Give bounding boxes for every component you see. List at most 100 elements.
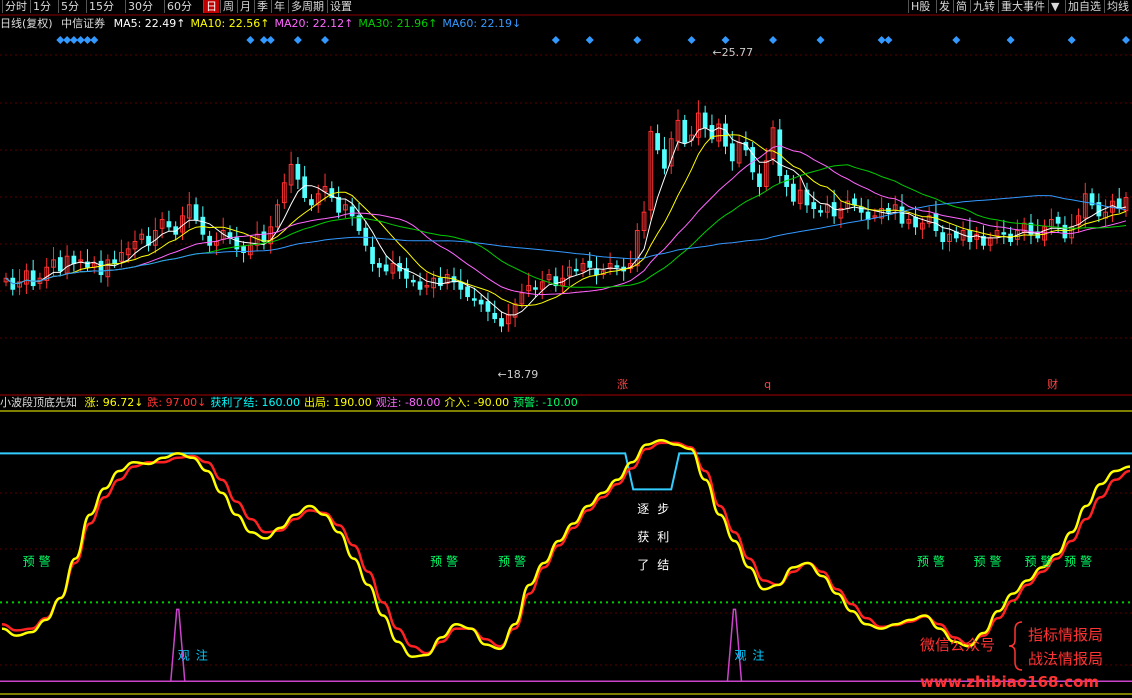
candle-body — [573, 268, 579, 272]
candle-body — [492, 312, 498, 320]
candle-body — [729, 143, 735, 162]
watermark-brand-2: 战法情报局 — [1028, 650, 1104, 668]
ma60-line — [5, 195, 1127, 285]
down-line — [1, 441, 1131, 655]
candle-body — [472, 298, 477, 301]
candle-body — [750, 147, 756, 173]
watch-spike-1 — [726, 608, 743, 682]
news-marker-1: q — [764, 378, 771, 391]
warn-label-5: 预警 — [1024, 553, 1056, 568]
candle-body — [967, 230, 973, 243]
candle-body — [478, 299, 484, 305]
signal-diamond — [1067, 36, 1076, 44]
profit-take-label-0: 逐步 — [637, 502, 677, 516]
candle-body — [818, 210, 823, 213]
watch-spike-0 — [170, 608, 186, 682]
signal-diamond — [816, 36, 825, 44]
candle-body — [1062, 224, 1068, 239]
signal-diamond — [884, 36, 893, 44]
signal-diamond — [90, 36, 99, 44]
candle-body — [30, 270, 36, 287]
candle-body — [682, 119, 688, 143]
candle-body — [777, 129, 783, 176]
profit-take-label-1: 获利 — [637, 530, 677, 544]
watch-label-1: 观注 — [734, 647, 770, 662]
watch-label-0: 观注 — [178, 647, 214, 662]
candle-body — [1055, 216, 1061, 224]
signal-diamond — [266, 36, 275, 44]
candle-body — [757, 173, 762, 187]
candle-body — [465, 286, 470, 298]
candle-body — [363, 227, 369, 246]
candle-body — [702, 112, 708, 129]
annotation-high: ←25.77 — [712, 46, 753, 59]
signal-diamond — [1006, 36, 1015, 44]
candle-body — [852, 198, 857, 206]
news-marker-0: 涨 — [617, 378, 628, 391]
signal-diamond — [321, 36, 330, 44]
candle-body — [200, 216, 206, 235]
candle-body — [207, 235, 212, 246]
watermark-bracket — [1008, 621, 1023, 671]
warn-label-1: 预警 — [430, 553, 462, 568]
candle-body — [166, 221, 172, 228]
warn-label-2: 预警 — [498, 553, 530, 568]
candle-body — [933, 213, 939, 232]
candle-body — [417, 281, 423, 290]
candle-body — [261, 231, 267, 243]
candle-body — [98, 260, 104, 276]
signal-diamond — [769, 36, 778, 44]
candle-body — [811, 202, 817, 209]
news-marker-2: 财 — [1047, 377, 1058, 391]
candle-body — [913, 216, 918, 228]
candle-body — [57, 257, 63, 272]
candle-body — [587, 260, 593, 268]
signal-diamond — [952, 36, 961, 44]
candle-body — [594, 268, 599, 276]
candle-body — [485, 301, 491, 312]
signal-diamond — [585, 36, 594, 44]
warn-label-3: 预警 — [917, 553, 949, 568]
watermark-url: www.zhibiao168.com — [920, 673, 1100, 691]
candle-body — [383, 264, 389, 272]
candle-body — [376, 263, 382, 268]
ma20-line — [5, 145, 1127, 296]
candle-body — [655, 133, 660, 151]
profit-take-label-2: 了结 — [637, 558, 677, 572]
signal-diamond — [246, 36, 255, 44]
candle-body — [336, 196, 341, 213]
signal-diamond — [687, 36, 696, 44]
candle-body — [309, 199, 314, 206]
candle-body — [791, 183, 796, 202]
candle-body — [865, 211, 871, 221]
signal-diamond — [551, 36, 560, 44]
warn-label-0: 预警 — [23, 553, 55, 568]
profit-take-line — [0, 452, 1132, 491]
signal-diamond — [293, 36, 302, 44]
candle-body — [193, 204, 199, 221]
candle-body — [662, 149, 667, 169]
warn-label-4: 预警 — [974, 553, 1006, 568]
candle-body — [295, 163, 301, 180]
signal-diamond — [633, 36, 642, 44]
candle-body — [1116, 198, 1122, 209]
candle-body — [614, 265, 620, 268]
signal-diamond — [721, 36, 730, 44]
signal-diamond — [1122, 36, 1130, 44]
candle-body — [410, 279, 416, 283]
up-line — [1, 439, 1131, 658]
watermark-brand-1: 指标情报局 — [1028, 626, 1104, 644]
annotation-low: ←18.79 — [498, 368, 539, 381]
candle-body — [370, 246, 375, 265]
candle-body — [71, 255, 77, 265]
candle-body — [899, 206, 905, 224]
watermark-wechat: 微信公众号 — [920, 636, 996, 654]
candle-body — [533, 287, 538, 290]
chart-canvas[interactable]: ←25.77←18.79涨 q 财预警 预警 预警 预警 预警 预警 预警观注 观注逐步获利了结 — [0, 0, 1132, 698]
candle-body — [1001, 232, 1007, 235]
candle-body — [112, 259, 117, 265]
candle-body — [499, 318, 504, 327]
warn-label-6: 预警 — [1064, 553, 1096, 568]
candle-body — [349, 206, 355, 217]
candle-body — [940, 232, 946, 243]
